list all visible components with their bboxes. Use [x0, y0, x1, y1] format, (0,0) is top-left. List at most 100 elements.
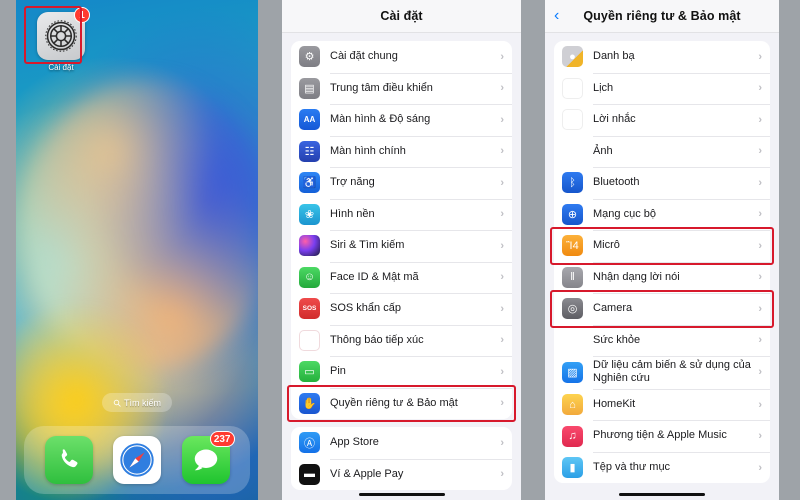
- list-item[interactable]: ⚙ Cài đặt chung ›: [291, 41, 512, 73]
- app-icon-settings[interactable]: 1 Cài đặt: [30, 7, 92, 72]
- list-item[interactable]: ☷ Lịch ›: [554, 72, 770, 105]
- settings-group: ● Danh bạ › ☷ Lịch › ☰ Lời nhắc › ✸ Ảnh › ᛒ Bluetooth…: [554, 41, 770, 484]
- home-search-pill[interactable]: Tìm kiếm: [102, 393, 172, 412]
- chevron-right-icon: ›: [758, 50, 762, 63]
- privacy-nav-bar: ‹ Quyền riêng tư & Bảo mật: [545, 0, 779, 33]
- home-indicator: [619, 493, 705, 496]
- list-item-label: SOS khẩn cấp: [330, 302, 401, 315]
- settings-badge: 1: [74, 7, 90, 23]
- list-item-label: Micrô: [593, 239, 620, 252]
- screenshot-root: 1 Cài đặt Tìm kiếm 237 Cài đặt ⚙ Cài đặt…: [0, 0, 800, 500]
- chevron-right-icon: ›: [500, 436, 504, 449]
- chevron-right-icon: ›: [758, 398, 762, 411]
- list-item[interactable]: ‖ Nhận dạng lời nói ›: [554, 261, 770, 294]
- list-item[interactable]: ⌂ HomeKit ›: [554, 388, 770, 421]
- chevron-right-icon: ›: [758, 334, 762, 347]
- exposure-notification-icon: ☀: [299, 329, 320, 351]
- messages-badge: 237: [209, 431, 235, 447]
- wallet-icon: ▬: [299, 463, 320, 485]
- home-search-label: Tìm kiếm: [124, 397, 161, 408]
- list-item[interactable]: Ἲ4 Micrô ›: [554, 230, 770, 262]
- settings-gear-icon[interactable]: 1: [37, 7, 90, 60]
- list-item[interactable]: ✸ Ảnh ›: [554, 135, 770, 168]
- list-item-label: Lời nhắc: [593, 113, 636, 126]
- chevron-right-icon: ›: [500, 397, 504, 410]
- chevron-right-icon: ›: [500, 468, 504, 481]
- bluetooth-icon: ᛒ: [562, 172, 583, 194]
- chevron-right-icon: ›: [758, 302, 762, 315]
- chevron-right-icon: ›: [500, 208, 504, 221]
- list-item-label: Dữ liệu cảm biến & sử dụng của Nghiên cứ…: [593, 359, 751, 385]
- list-item-label: HomeKit: [593, 397, 636, 410]
- list-item[interactable]: ♥ Sức khỏe ›: [554, 324, 770, 357]
- dock-icon-phone[interactable]: [44, 436, 93, 484]
- reminders-icon: ☰: [562, 109, 583, 131]
- dock-icon-messages[interactable]: 237: [181, 431, 235, 484]
- chevron-right-icon: ›: [500, 239, 504, 252]
- list-item[interactable]: ♫ Phương tiện & Apple Music ›: [554, 420, 770, 452]
- privacy-title: Quyền riêng tư & Bảo mật: [583, 9, 741, 23]
- homekit-icon: ⌂: [562, 394, 583, 416]
- list-item-label: Camera: [593, 302, 633, 315]
- chevron-right-icon: ›: [758, 176, 762, 189]
- wallpaper: [16, 0, 258, 500]
- list-item[interactable]: SOS SOS khẩn cấp ›: [291, 293, 512, 325]
- list-item[interactable]: ☷ Màn hình chính ›: [291, 135, 512, 168]
- list-item[interactable]: ▮ Tệp và thư mục ›: [554, 451, 770, 484]
- list-item[interactable]: Ⓐ App Store ›: [291, 427, 512, 459]
- list-item[interactable]: ◎ Camera ›: [554, 293, 770, 325]
- chevron-right-icon: ›: [758, 82, 762, 95]
- list-item-label: Pin: [330, 365, 346, 378]
- privacy-panel: ‹ Quyền riêng tư & Bảo mật ● Danh bạ › ☷ Lịc…: [545, 0, 779, 500]
- list-item[interactable]: ✋ Quyền riêng tư & Bảo mật ›: [291, 387, 512, 420]
- list-item[interactable]: ● Danh bạ ›: [554, 41, 770, 73]
- phone-icon: [61, 449, 77, 468]
- chevron-right-icon: ›: [758, 271, 762, 284]
- list-item[interactable]: ☺ Face ID & Mật mã ›: [291, 261, 512, 294]
- chevron-right-icon: ›: [500, 334, 504, 347]
- list-item[interactable]: ❀ Hình nền ›: [291, 198, 512, 231]
- settings-panel: Cài đặt ⚙ Cài đặt chung › ▤ Trung tâm điều k…: [282, 0, 521, 500]
- settings-nav-bar: Cài đặt: [282, 0, 521, 33]
- list-item-label: Quyền riêng tư & Bảo mật: [330, 396, 458, 409]
- list-item-label: Màn hình chính: [330, 144, 406, 157]
- list-item[interactable]: ᛒ Bluetooth ›: [554, 167, 770, 199]
- list-item[interactable]: ☀ Thông báo tiếp xúc ›: [291, 324, 512, 357]
- list-item[interactable]: Siri & Tìm kiếm ›: [291, 230, 512, 262]
- list-item-label: Ảnh: [593, 144, 613, 157]
- chevron-right-icon: ›: [758, 430, 762, 443]
- list-item-label: Tệp và thư mục: [593, 460, 671, 473]
- chevron-right-icon: ›: [500, 145, 504, 158]
- compass-icon: [120, 443, 154, 477]
- list-item[interactable]: ▨ Dữ liệu cảm biến & sử dụng của Nghiên c…: [554, 356, 770, 389]
- apple-music-icon: ♫: [562, 425, 583, 447]
- list-item[interactable]: ▭ Pin ›: [291, 356, 512, 388]
- battery-icon: ▭: [299, 361, 320, 383]
- photos-icon: ✸: [562, 140, 583, 162]
- chevron-left-icon[interactable]: ‹: [554, 8, 559, 24]
- settings-list[interactable]: ⚙ Cài đặt chung › ▤ Trung tâm điều khiển › AA M…: [282, 41, 521, 500]
- chevron-right-icon: ›: [500, 271, 504, 284]
- list-item-label: Trợ năng: [330, 176, 375, 189]
- chevron-right-icon: ›: [500, 365, 504, 378]
- siri-icon: [299, 235, 320, 257]
- list-item[interactable]: ☰ Lời nhắc ›: [554, 104, 770, 136]
- list-item-label: Nhận dạng lời nói: [593, 270, 680, 283]
- privacy-hand-icon: ✋: [299, 392, 320, 414]
- list-item[interactable]: AA Màn hình & Độ sáng ›: [291, 104, 512, 136]
- search-icon: [113, 399, 121, 407]
- list-item[interactable]: ▬ Ví & Apple Pay ›: [291, 458, 512, 491]
- chevron-right-icon: ›: [500, 82, 504, 95]
- list-item-label: Màn hình & Độ sáng: [330, 113, 431, 126]
- microphone-icon: Ἲ4: [562, 235, 583, 257]
- chevron-right-icon: ›: [758, 461, 762, 474]
- dock-icon-safari[interactable]: [113, 436, 161, 484]
- privacy-list[interactable]: ● Danh bạ › ☷ Lịch › ☰ Lời nhắc › ✸ Ảnh › ᛒ Bluetooth…: [545, 41, 779, 500]
- list-item-label: Ví & Apple Pay: [330, 467, 404, 480]
- list-item-label: Cài đặt chung: [330, 50, 398, 63]
- list-item[interactable]: ⊕ Mạng cục bộ ›: [554, 198, 770, 231]
- speech-recognition-icon: ‖: [562, 266, 583, 288]
- accessibility-icon: ♿: [299, 172, 320, 194]
- list-item[interactable]: ♿ Trợ năng ›: [291, 167, 512, 199]
- list-item[interactable]: ▤ Trung tâm điều khiển ›: [291, 72, 512, 105]
